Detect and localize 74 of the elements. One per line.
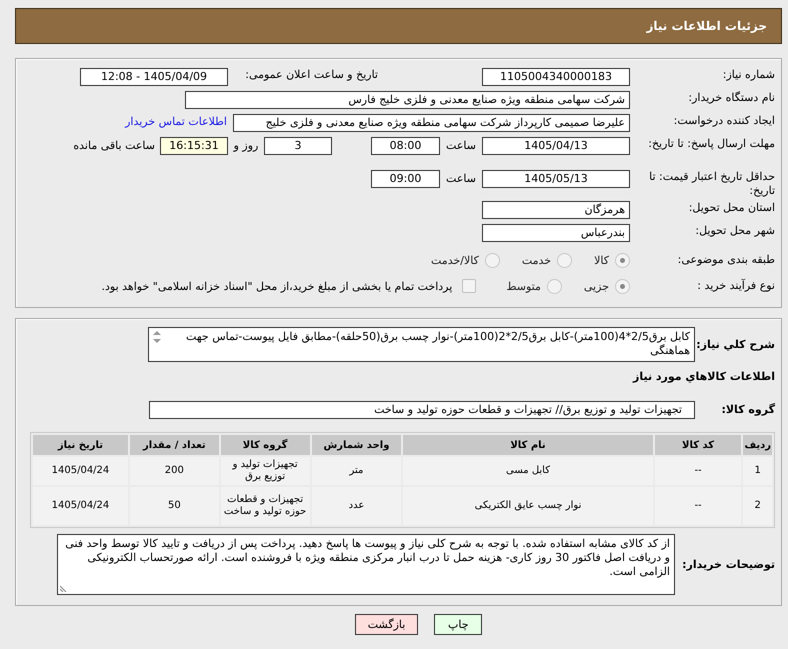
- requester-field: علیرضا صمیمی کارپرداز شرکت سهامی منطقه ویژه صنایع معدنی و فلزی خلیج: [233, 114, 630, 132]
- radio-button[interactable]: [615, 252, 630, 268]
- field-label: ایجاد کننده درخواست:: [672, 114, 775, 128]
- table-cell: --: [654, 457, 742, 485]
- table-cell: تجهیزات تولید و توزیع برق: [220, 457, 310, 485]
- option-label: کالا: [594, 254, 609, 266]
- field-label: طبقه بندی موضوعی:: [676, 253, 775, 267]
- field-label: گروه کالا:: [720, 403, 775, 417]
- column-header: گروه کالا: [220, 435, 310, 455]
- time-field: 08:00: [371, 137, 440, 155]
- field-label: نام دستگاه خریدار:: [687, 91, 775, 105]
- option-label: کالا/خدمت: [431, 254, 479, 266]
- column-header: تاریخ نیاز: [33, 435, 128, 455]
- remaining-label: ساعت باقی مانده: [73, 138, 155, 154]
- column-header: ردیف: [743, 435, 772, 455]
- column-header: نام کالا: [403, 435, 653, 455]
- back-button[interactable]: بازگشت: [354, 614, 418, 635]
- radio-button[interactable]: [546, 278, 562, 294]
- field-label: استان محل تحویل:: [688, 201, 775, 215]
- time-field: 09:00: [371, 170, 440, 188]
- table-cell: تجهیزات و قطعات حوزه تولید و ساخت: [220, 487, 310, 525]
- table-cell: کابل مسی: [403, 457, 653, 485]
- field-label: حداقل تاریخ اعتبار قیمت: تا تاریخ:: [648, 170, 775, 198]
- table-cell: متر: [312, 457, 402, 485]
- table-cell: 1405/04/24: [33, 487, 128, 525]
- date-field: 1405/04/13: [482, 137, 630, 155]
- description-field[interactable]: کابل برق2/5*4(100متر)-کابل برق2/5*2(100متر)-نوار چسب برق(50حلقه)-مطابق فایل پیوست-تماس جهت هماهنگی: [148, 327, 695, 362]
- checkbox-label: پرداخت تمام یا بخشی از مبلغ خرید،از محل "اسناد خزانه اسلامی" خواهد بود.: [102, 280, 452, 292]
- table-cell: 200: [130, 457, 219, 485]
- days-field: 3: [264, 137, 332, 155]
- column-header: کد کالا: [654, 435, 742, 455]
- field-label: تاریخ و ساعت اعلان عمومی:: [244, 68, 378, 82]
- field-label: توضیحات خریدار:: [681, 558, 775, 572]
- goods-group-field: تجهیزات تولید و توزیع برق// تجهیزات و قطعات حوزه تولید و ساخت: [149, 401, 695, 419]
- announce-date-field: 1405/04/09 - 12:08: [80, 68, 228, 86]
- scroll-arrows-icon[interactable]: [152, 330, 162, 344]
- need-number-field: 1105004340000183: [482, 68, 630, 86]
- option-label: متوسط: [506, 280, 541, 292]
- table-cell: 1: [743, 457, 772, 485]
- table-cell: 1405/04/24: [33, 457, 128, 485]
- resize-grip-icon[interactable]: [60, 584, 68, 592]
- page-title: جزئیات اطلاعات نیاز: [646, 19, 767, 33]
- option-label: جزیی: [584, 280, 609, 292]
- buyer-contact-link[interactable]: اطلاعات تماس خریدار: [125, 114, 227, 130]
- province-field: هرمزگان: [482, 201, 630, 219]
- days-label: روز و: [232, 138, 260, 154]
- table-cell: --: [654, 487, 742, 525]
- field-label: مهلت ارسال پاسخ: تا تاریخ:: [647, 137, 775, 151]
- buyer-notes-text: از کد کالای مشابه استفاده شده. با توجه به شرح کلی نیاز و پیوست ها پاسخ دهید. پرداخت پس از دریافت و تایید کالا توسط واحد فنی و دریافت اصل فاکتور 30 روز کاری- هزینه حمل تا درب انبار مرکزی منطقه ویژه با فروشنده است. ارائه صورتحساب الکترونیکی الزامی است.: [65, 537, 670, 578]
- remaining-time-field: 16:15:31: [160, 137, 228, 155]
- radio-button[interactable]: [484, 252, 500, 268]
- table-cell: 50: [130, 487, 219, 525]
- time-label: ساعت: [445, 138, 477, 154]
- description-text: کابل برق2/5*4(100متر)-کابل برق2/5*2(100متر)-نوار چسب برق(50حلقه)-مطابق فایل پیوست-تماس جهت هماهنگی: [186, 330, 690, 357]
- field-label: شرح کلي نياز:: [695, 338, 775, 352]
- option-label: خدمت: [522, 254, 552, 266]
- field-label: شماره نیاز:: [722, 68, 775, 82]
- print-button[interactable]: چاپ: [434, 614, 482, 635]
- section-heading: اطلاعات كالاهاي مورد نياز: [633, 370, 775, 383]
- field-label: شهر محل تحویل:: [694, 224, 775, 238]
- column-header: واحد شمارش: [312, 435, 402, 455]
- time-label: ساعت: [445, 171, 477, 187]
- buyer-notes-field[interactable]: [57, 534, 675, 595]
- checkbox[interactable]: [462, 279, 476, 293]
- radio-button[interactable]: [557, 252, 572, 268]
- table-cell: عدد: [312, 487, 402, 525]
- city-field: بندرعباس: [482, 224, 630, 242]
- field-label: نوع فرآیند خرید :: [696, 279, 775, 293]
- column-header: تعداد / مقدار: [130, 435, 219, 455]
- table-cell: 2: [743, 487, 772, 525]
- radio-button[interactable]: [615, 278, 630, 294]
- table-cell: نوار چسب عایق الکتریکی: [403, 487, 653, 525]
- date-field: 1405/05/13: [482, 170, 630, 188]
- buyer-org-field: شرکت سهامی منطقه ویژه صنایع معدنی و فلزی خلیج فارس: [185, 91, 630, 109]
